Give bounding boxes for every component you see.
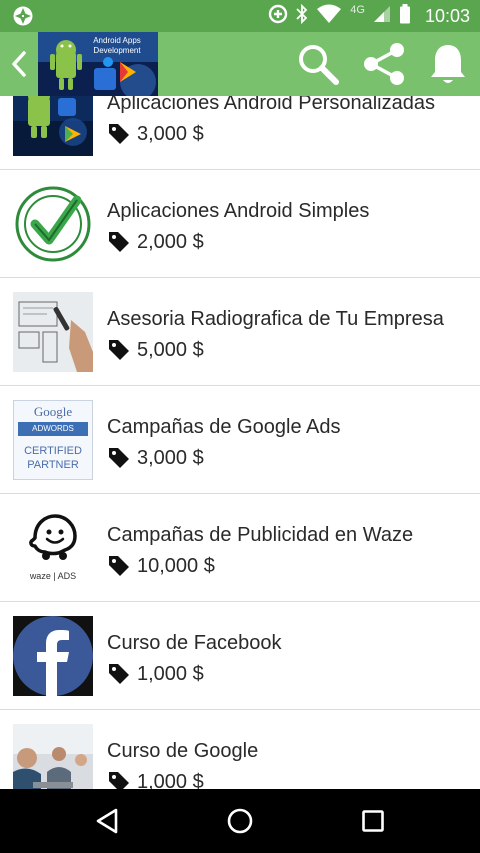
battery-icon [399,3,411,29]
network-type: 4G [350,4,365,16]
price-tag-icon [109,232,129,252]
product-price: 3,000 $ [137,122,204,145]
app-logo: Android Apps Development [38,32,158,96]
app-bar: Android Apps Development [0,32,480,96]
waze-ads-caption: waze | ADS [29,571,77,581]
badge-partner: PARTNER [27,459,79,471]
product-price: 1,000 $ [137,770,204,790]
product-title: Aplicaciones Android Personalizadas [107,96,435,114]
system-nav-bar [0,789,480,853]
bell-icon [431,45,465,83]
list-item[interactable]: Curso de Facebook 1,000 $ [0,602,480,710]
product-price: 2,000 $ [137,230,204,253]
bluetooth-icon [296,3,308,29]
list-item[interactable]: Aplicaciones Android Simples 2,000 $ [0,170,480,278]
product-thumbnail-waze-ads-logo: waze | ADS [13,508,93,588]
search-icon [299,45,339,85]
badge-google: Google [33,404,73,419]
price-tag-icon [109,340,129,360]
nav-recents-icon [362,810,384,832]
back-button[interactable] [2,46,36,82]
list-item[interactable]: Google ADWORDS CERTIFIED PARTNER Campaña… [0,386,480,494]
product-thumbnail-google-adwords-badge: Google ADWORDS CERTIFIED PARTNER [13,400,93,480]
product-title: Curso de Facebook [107,632,282,654]
product-list[interactable]: Aplicaciones Android Personalizadas 3,00… [0,96,480,789]
product-price: 5,000 $ [137,338,204,361]
price-tag-icon [109,556,129,576]
product-thumbnail-paginas-web-stamp [13,184,93,264]
cell-signal-icon [373,5,391,28]
search-button[interactable] [294,40,342,88]
list-item[interactable]: waze | ADS Campañas de Publicidad en Waz… [0,494,480,602]
wifi-icon [316,4,342,29]
logo-caption: Android Apps Development [93,36,141,55]
product-title: Campañas de Google Ads [107,416,341,438]
camera-shutter-icon [12,5,34,27]
badge-adwords: ADWORDS [32,424,74,433]
nav-back-icon [96,808,118,834]
nav-home-icon [227,808,253,834]
product-price: 10,000 $ [137,554,215,577]
price-tag-icon [109,664,129,684]
price-tag-icon [109,448,129,468]
product-title: Curso de Google [107,740,259,762]
data-saver-icon [268,4,288,29]
price-tag-icon [109,772,129,789]
nav-back-button[interactable] [77,797,137,845]
share-button[interactable] [360,40,408,88]
product-thumbnail-facebook-logo [13,616,93,696]
share-icon [364,43,404,85]
product-price: 3,000 $ [137,446,204,469]
product-thumbnail-wireframe-sketch [13,292,93,372]
status-bar: 4G 10:03 [0,0,480,32]
product-title: Asesoria Radiografica de Tu Empresa [107,308,444,330]
product-thumbnail-android-apps [13,96,93,156]
chevron-left-icon [12,51,26,77]
clock: 10:03 [424,5,470,26]
product-price: 1,000 $ [137,662,204,685]
notifications-button[interactable] [424,40,472,88]
badge-certified: CERTIFIED [24,445,82,457]
nav-home-button[interactable] [210,797,270,845]
product-title: Aplicaciones Android Simples [107,200,370,222]
product-title: Campañas de Publicidad en Waze [107,524,414,546]
product-thumbnail-classroom-photo [13,724,93,789]
price-tag-icon [109,124,129,144]
list-item[interactable]: Aplicaciones Android Personalizadas 3,00… [0,96,480,170]
nav-recents-button[interactable] [343,797,403,845]
list-item[interactable]: Curso de Google 1,000 $ [0,710,480,789]
list-item[interactable]: Asesoria Radiografica de Tu Empresa 5,00… [0,278,480,386]
